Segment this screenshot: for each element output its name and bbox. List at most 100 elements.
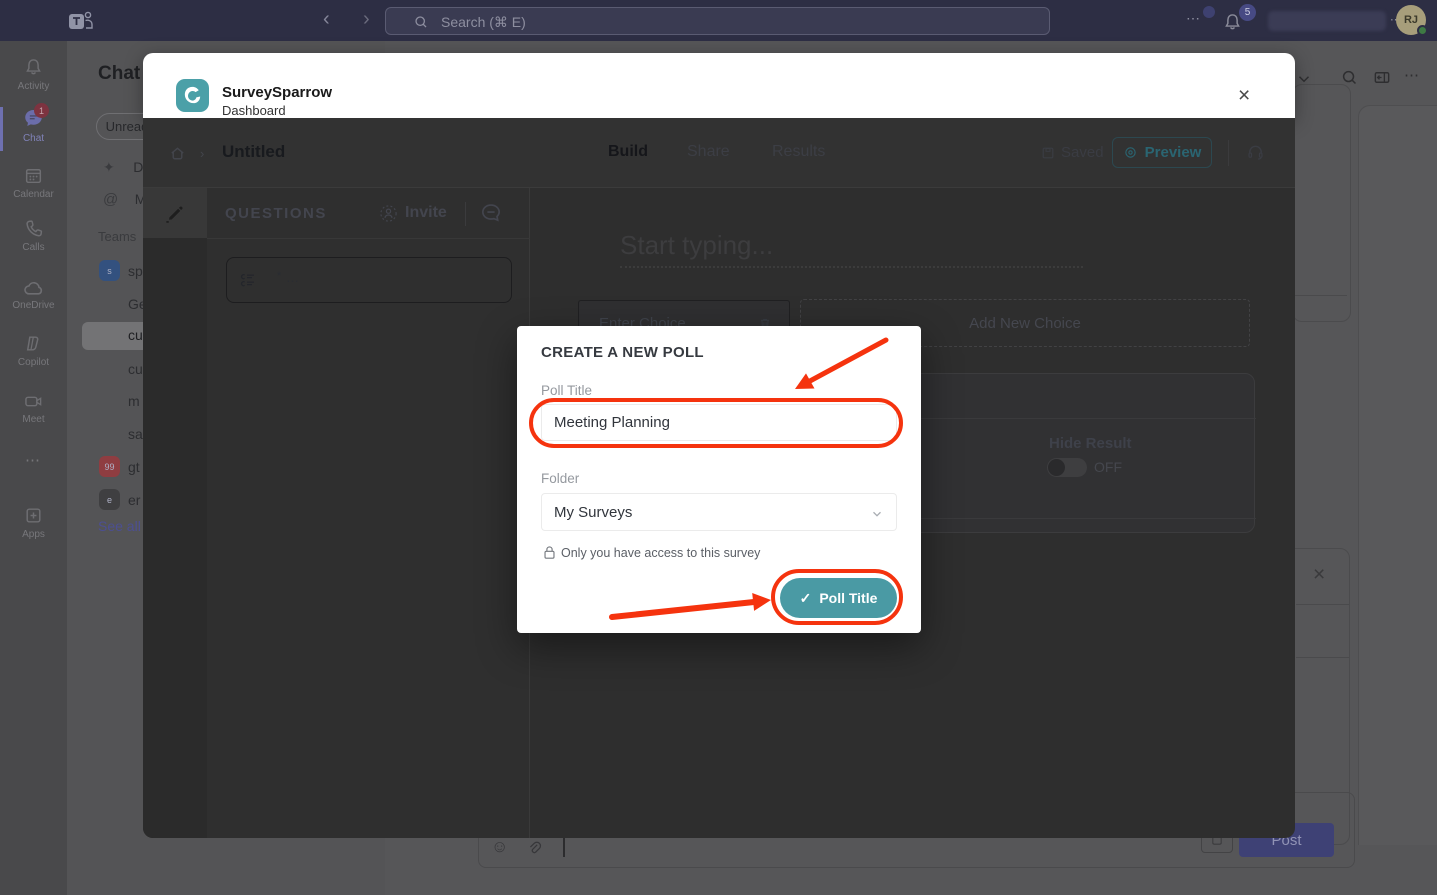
surveysparrow-modal-header: SurveySparrow Dashboard × [143,53,1295,118]
modal-close-icon[interactable]: × [1238,85,1250,106]
toggle-knob [1048,459,1065,476]
rail-item-apps[interactable]: Apps [0,503,67,551]
rail-item-calls[interactable]: Calls [0,216,67,264]
see-all-link[interactable]: See all [98,518,141,534]
teams-topbar: ‹ › Search (⌘ E) ⋯ 5 ⋯ RJ [0,0,1437,41]
rail-item-calendar[interactable]: Calendar [0,163,67,211]
comments-bubble-icon[interactable] [479,201,503,225]
questions-header: QUESTIONS [225,205,327,222]
tab-share[interactable]: Share [687,143,730,161]
forward-icon[interactable]: › [363,8,370,31]
tab-build[interactable]: Build [608,143,648,161]
question-list-item[interactable]: * … [226,257,512,303]
search-input[interactable]: Search (⌘ E) [385,7,1050,35]
search-icon [413,14,429,30]
poll-card-close-icon[interactable]: × [1313,564,1325,585]
home-icon[interactable] [168,144,187,163]
panel-divider [207,238,530,239]
text-cursor [563,837,565,857]
surveysparrow-logo-icon [176,79,209,112]
app-subtitle: Dashboard [222,103,286,118]
active-indicator [0,107,3,151]
invite-person-icon [379,204,398,223]
notification-pip [1203,6,1215,18]
rail-item-meet[interactable]: Meet [0,388,67,436]
app-rail: Activity 1 Chat Calendar [0,41,67,895]
rail-item-activity[interactable]: Activity [0,55,67,103]
message-card [1292,84,1351,322]
team-item[interactable]: e er [99,489,120,510]
rail-item-more[interactable]: ⋯ [0,449,67,479]
lock-icon [543,545,556,560]
rail-item-copilot[interactable]: Copilot [0,331,67,379]
folder-label: Folder [541,471,579,486]
builder-rail-edit-active[interactable] [143,188,207,238]
toolbar-divider [1228,140,1229,166]
poll-title-submit-button[interactable]: ✓ Poll Title [780,578,897,618]
hide-result-toggle[interactable] [1047,458,1087,477]
required-asterisk: * [277,270,281,282]
questions-panel: QUESTIONS Invite * … [207,188,530,838]
dialog-title: CREATE A NEW POLL [541,344,704,361]
privacy-note: Only you have access to this survey [561,546,760,560]
account-name-redacted [1268,11,1386,31]
preview-button[interactable]: Preview [1112,137,1212,168]
rail-item-chat[interactable]: 1 Chat [0,105,67,155]
back-icon[interactable]: ‹ [323,8,330,31]
headset-icon[interactable] [1246,143,1265,162]
sparkle-icon: ✦ [103,159,115,175]
channel-item[interactable]: cu [128,361,143,379]
topbar-more-icon[interactable]: ⋯ [1186,10,1201,27]
channel-item[interactable]: sa [128,426,143,444]
pencil-icon [163,202,187,226]
chat-unread-badge: 1 [34,103,49,118]
activity-bell-icon [23,57,44,78]
question-title-ellipsis: … [286,270,299,285]
notifications-badge: 5 [1239,4,1256,21]
teams-logo-icon [68,8,94,34]
chat-item-mentions[interactable]: @ M [103,191,146,209]
channel-item[interactable]: m [128,393,140,411]
at-icon: @ [103,191,118,208]
open-panel-icon[interactable] [1372,68,1392,87]
question-text-placeholder[interactable]: Start typing... [620,230,773,261]
teams-window: ‹ › Search (⌘ E) ⋯ 5 ⋯ RJ [0,0,1437,895]
video-camera-icon [22,391,45,412]
section-teams[interactable]: Teams [98,229,136,244]
chat-item-discover[interactable]: ✦ Di [103,159,146,177]
attach-icon[interactable] [525,839,543,857]
card-divider [1296,657,1349,658]
team-item[interactable]: s sp [99,260,120,281]
question-underline [620,266,1083,268]
saved-icon [1040,145,1056,161]
team-item[interactable]: 99 gt [99,456,120,477]
more-dots-icon: ⋯ [25,451,41,469]
saved-status: Saved [1061,144,1104,161]
breadcrumb[interactable]: Untitled [222,142,285,162]
poll-title-label: Poll Title [541,383,592,398]
surveysparrow-modal-body: › Untitled Build Share Results Saved Pre… [143,118,1295,838]
folder-select[interactable]: My Surveys [541,493,897,531]
multiple-choice-icon [240,272,262,289]
invite-button[interactable]: Invite [405,204,447,222]
copilot-icon [23,333,44,354]
emoji-icon[interactable]: ☺ [491,837,508,857]
presence-status-dot [1417,25,1428,36]
builder-rail [143,188,207,838]
check-icon: ✓ [800,590,812,607]
panel-title: Chat [98,63,140,85]
team-avatar: 99 [99,456,120,477]
team-avatar: e [99,489,120,510]
tab-results[interactable]: Results [772,143,825,161]
cloud-icon [22,278,45,297]
create-poll-dialog: CREATE A NEW POLL Poll Title Folder My S… [517,326,921,633]
toggle-state: OFF [1094,459,1122,475]
poll-title-input[interactable] [541,404,897,441]
details-pane [1358,105,1437,845]
conversation-more-icon[interactable]: ⋯ [1404,66,1420,84]
card-divider [1295,295,1347,296]
builder-topbar: › Untitled Build Share Results Saved Pre… [143,118,1295,188]
rail-item-onedrive[interactable]: OneDrive [0,274,67,322]
search-placeholder: Search (⌘ E) [441,14,526,31]
header-divider [465,202,466,226]
